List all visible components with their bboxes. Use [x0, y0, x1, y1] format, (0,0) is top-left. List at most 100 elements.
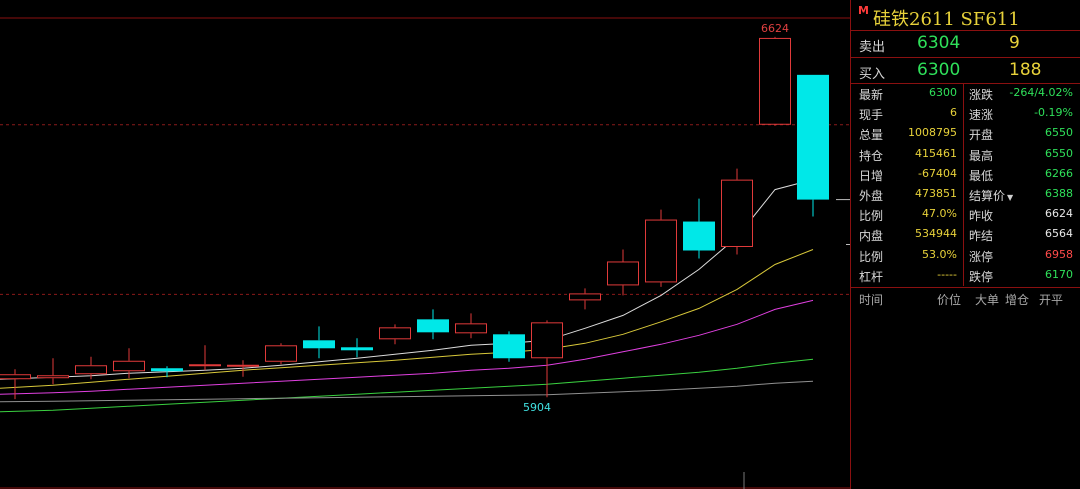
bid-price: 6300: [917, 60, 961, 80]
low-price-label: 5904: [523, 401, 551, 414]
candle-up: [227, 364, 259, 367]
stat-value: 6388: [1045, 187, 1073, 200]
stat-right-7: 昨结 6564: [969, 225, 1073, 245]
candle-down: [303, 340, 335, 349]
stat-label: 昨结: [969, 229, 994, 244]
stat-label: 最新: [859, 88, 884, 102]
chevron-down-icon[interactable]: ▼: [1007, 193, 1013, 202]
stat-left-9: 杠杆 -----: [859, 266, 957, 286]
stat-label: 速涨: [969, 108, 994, 123]
stat-right-0: 涨跌 -264/4.02%: [969, 84, 1073, 104]
kline-chart-area[interactable]: 6624 5904: [0, 0, 850, 489]
tick-header-price: 价位: [937, 293, 962, 307]
stat-right-2: 开盘 6550: [969, 124, 1073, 144]
stat-label: 涨跌: [969, 88, 994, 102]
instrument-title: 硅铁2611 SF611: [873, 9, 1020, 30]
candle-up: [265, 345, 297, 362]
instrument-header: M 硅铁2611 SF611: [851, 0, 1080, 30]
bid-label: 买入: [859, 67, 886, 82]
stat-value: 6: [950, 106, 957, 120]
stat-value: 6550: [1045, 146, 1073, 160]
candle-up: [531, 322, 563, 359]
stat-label: 持仓: [859, 148, 884, 163]
bid-volume: 188: [1009, 60, 1042, 80]
stat-label: 总量: [859, 128, 884, 143]
candle-up: [569, 293, 601, 301]
stat-value: -----: [937, 267, 957, 281]
ask-volume: 9: [1009, 33, 1020, 53]
candle-up: [189, 364, 221, 367]
stat-right-8: 涨停 6958: [969, 246, 1073, 266]
ask-row[interactable]: 卖出 6304 9: [851, 31, 1080, 57]
candle-up: [759, 37, 791, 125]
stat-right-6: 昨收 6624: [969, 205, 1073, 225]
stat-label: 杠杆: [859, 269, 884, 284]
candle-up: [75, 365, 107, 375]
stat-value: 6550: [1045, 126, 1073, 140]
stat-right-5[interactable]: 结算价 ▼ 6388: [969, 185, 1073, 205]
m-marker-icon[interactable]: M: [858, 4, 869, 17]
stat-right-3: 最高 6550: [969, 145, 1073, 165]
stat-label: 现手: [859, 108, 884, 123]
stat-value: -0.19%: [1034, 106, 1073, 120]
tick-header-oi-change: 增仓: [1005, 293, 1030, 307]
tick-header-time: 时间: [859, 293, 884, 307]
stat-right-1: 速涨 -0.19%: [969, 104, 1073, 124]
stat-left-6: 比例 47.0%: [859, 205, 957, 225]
candle-up: [645, 219, 677, 283]
stat-value: 6564: [1045, 227, 1073, 241]
ask-price: 6304: [917, 33, 961, 53]
stat-value: 473851: [915, 187, 957, 200]
stat-value: -264/4.02%: [1009, 86, 1073, 99]
candle-up: [37, 375, 69, 379]
stat-left-3: 持仓 415461: [859, 145, 957, 165]
tick-header-open-close: 开平: [1039, 293, 1064, 307]
stat-label: 涨停: [969, 249, 994, 264]
stat-label: 比例: [859, 209, 884, 224]
candle-up: [721, 179, 753, 247]
stat-label: 日增: [859, 168, 884, 183]
tick-header-bigorder: 大单: [975, 293, 1000, 307]
candle-up: [607, 261, 639, 286]
stat-value: 47.0%: [922, 207, 957, 221]
stat-label: 开盘: [969, 128, 994, 143]
kline-chart[interactable]: 6624 5904: [0, 0, 850, 489]
stat-left-5: 外盘 473851: [859, 185, 957, 205]
stat-right-4: 最低 6266: [969, 165, 1073, 185]
candle-down: [151, 368, 183, 372]
candle-down: [493, 334, 525, 359]
stat-value: 53.0%: [922, 247, 957, 261]
stat-label: 最高: [969, 148, 994, 163]
stat-right-9: 跌停 6170: [969, 266, 1073, 286]
candle-up: [455, 323, 487, 334]
stat-left-0: 最新 6300: [859, 84, 957, 104]
bid-row[interactable]: 买入 6300 188: [851, 58, 1080, 84]
stat-value: 6300: [929, 86, 957, 99]
stat-value: 1008795: [908, 126, 957, 140]
candle-down: [417, 319, 449, 333]
ask-label: 卖出: [859, 40, 886, 55]
stat-label: 跌停: [969, 269, 994, 284]
candle-down: [683, 221, 715, 251]
candle-down: [797, 74, 829, 200]
stat-value: 6170: [1045, 267, 1073, 281]
stats-column-divider: [963, 84, 964, 286]
ma-line-0: [0, 179, 814, 380]
stat-value: 6624: [1045, 207, 1073, 221]
candle-down: [341, 347, 373, 351]
stat-value: 6958: [1045, 247, 1073, 261]
stat-label: 昨收: [969, 209, 994, 224]
stat-left-4: 日增 -67404: [859, 165, 957, 185]
stat-label: 内盘: [859, 229, 884, 244]
stat-value: 6266: [1045, 166, 1073, 180]
stat-left-1: 现手 6: [859, 104, 957, 124]
stat-value: 534944: [915, 227, 957, 241]
stat-label: 最低: [969, 168, 994, 183]
stat-label: 外盘: [859, 189, 884, 203]
divider: [851, 287, 1080, 288]
candle-up: [113, 360, 145, 372]
high-price-label: 6624: [761, 22, 789, 35]
tick-list-header: 时间 价位 大单 增仓 开平: [851, 291, 1080, 307]
stat-left-2: 总量 1008795: [859, 124, 957, 144]
candle-up: [0, 374, 31, 380]
